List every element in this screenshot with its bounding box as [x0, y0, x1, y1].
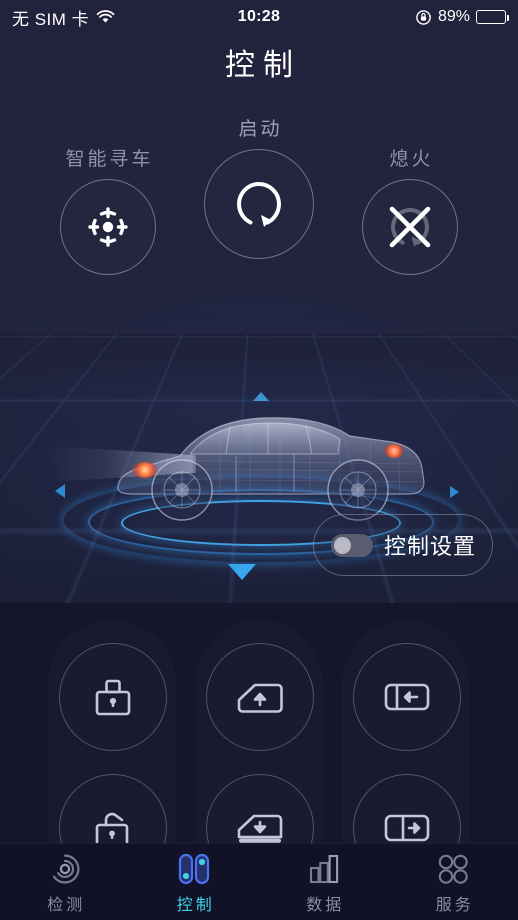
headlight-glow	[132, 462, 158, 478]
trunk-close-button[interactable]	[353, 643, 461, 751]
tab-data-label: 数据	[306, 897, 345, 914]
door-arrow-left-icon	[381, 677, 433, 717]
status-bar: 无 SIM 卡 10:28 89%	[0, 0, 518, 34]
tab-bar: 检测 控制 数据 服务	[0, 843, 518, 920]
engine-stop-button[interactable]: 熄火	[329, 144, 491, 275]
status-bar-right: 89%	[415, 8, 509, 26]
status-bar-left: 无 SIM 卡	[12, 5, 115, 30]
grid-dots-icon	[436, 852, 470, 886]
battery-icon	[476, 10, 509, 24]
top-controls: 智能寻车 启动 熄火	[0, 34, 518, 334]
radar-detect-icon	[48, 852, 82, 886]
lock-icon	[88, 672, 138, 722]
engine-stop-circle[interactable]	[362, 179, 458, 275]
door-arrow-right-icon	[381, 808, 433, 848]
car-hologram-icon	[40, 384, 460, 534]
control-settings-label: 控制设置	[384, 534, 477, 559]
rotation-lock-icon	[415, 9, 432, 26]
tab-service-label: 服务	[435, 897, 474, 914]
engine-stop-icon	[381, 198, 439, 256]
tab-detection[interactable]: 检测	[0, 844, 130, 915]
control-settings-button[interactable]: 控制设置	[313, 514, 493, 576]
window-up-button[interactable]	[206, 643, 314, 751]
engine-start-label: 启动	[238, 119, 283, 140]
carrier-label: 无 SIM 卡	[12, 9, 90, 29]
window-up-icon	[233, 674, 287, 720]
engine-start-icon	[230, 175, 288, 233]
tab-control[interactable]: 控制	[130, 844, 260, 915]
lock-doors-button[interactable]	[59, 643, 167, 751]
tab-control-label: 控制	[176, 897, 215, 914]
wifi-icon	[96, 10, 115, 24]
find-car-circle[interactable]	[60, 179, 156, 275]
triangle-down-marker	[228, 564, 256, 580]
engine-start-button[interactable]: 启动	[178, 114, 340, 259]
tab-data[interactable]: 数据	[259, 844, 389, 915]
toggle-switch-off[interactable]	[331, 533, 373, 557]
control-toggles-icon	[176, 852, 212, 886]
crosshair-target-icon	[81, 200, 135, 254]
app-screen: 无 SIM 卡 10:28 89% 控制 智能寻车 启动 熄火 控制设置 检测 …	[0, 0, 518, 920]
tab-service[interactable]: 服务	[389, 844, 518, 915]
battery-label: 89%	[437, 8, 470, 25]
tab-detection-label: 检测	[47, 897, 86, 914]
bar-chart-icon	[307, 852, 341, 886]
engine-stop-label: 熄火	[389, 149, 434, 170]
find-car-button[interactable]: 智能寻车	[27, 144, 189, 275]
taillight-glow	[384, 444, 404, 458]
find-car-label: 智能寻车	[65, 149, 154, 170]
engine-start-circle[interactable]	[204, 149, 314, 259]
